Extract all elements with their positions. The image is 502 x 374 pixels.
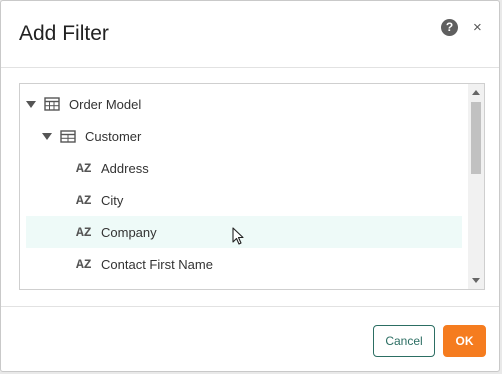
model-grid-icon	[44, 97, 60, 111]
expand-caret-icon[interactable]	[26, 100, 36, 108]
vertical-scrollbar[interactable]	[468, 84, 484, 289]
tree-item-partial[interactable]	[26, 280, 462, 289]
mouse-cursor-icon	[232, 227, 246, 252]
field-tree[interactable]: Order Model Customer AZ Address AZ City	[19, 83, 485, 290]
help-icon[interactable]: ?	[441, 19, 458, 36]
tree-item-city[interactable]: AZ City	[26, 184, 462, 216]
scroll-up-arrow-icon[interactable]	[472, 90, 480, 95]
expand-caret-icon[interactable]	[42, 132, 52, 140]
text-field-icon: AZ	[76, 160, 92, 176]
text-field-icon: AZ	[76, 192, 92, 208]
scroll-down-arrow-icon[interactable]	[472, 278, 480, 283]
tree-item-label: Order Model	[69, 96, 142, 112]
table-icon	[60, 129, 76, 143]
tree-item-label: Company	[101, 224, 157, 240]
ok-button[interactable]: OK	[443, 325, 486, 357]
cancel-button[interactable]: Cancel	[373, 325, 435, 357]
tree-item-label: Customer	[85, 128, 142, 144]
tree-item-label: City	[101, 192, 124, 208]
add-filter-dialog: Add Filter ? × Order Model Customer AZ A…	[0, 0, 500, 372]
header-divider	[1, 67, 499, 68]
text-field-icon: AZ	[76, 256, 92, 272]
tree-item-label: Address	[101, 160, 149, 176]
footer-divider	[1, 306, 499, 307]
tree-item-address[interactable]: AZ Address	[26, 152, 462, 184]
close-icon[interactable]: ×	[473, 18, 482, 38]
tree-item-customer[interactable]: Customer	[26, 120, 462, 152]
tree-item-contact-first-name[interactable]: AZ Contact First Name	[26, 248, 462, 280]
tree-item-order-model[interactable]: Order Model	[26, 88, 462, 120]
dialog-title: Add Filter	[19, 22, 109, 45]
tree-item-label: Contact First Name	[101, 256, 213, 272]
text-field-icon: AZ	[76, 224, 92, 240]
scrollbar-thumb[interactable]	[471, 102, 481, 174]
